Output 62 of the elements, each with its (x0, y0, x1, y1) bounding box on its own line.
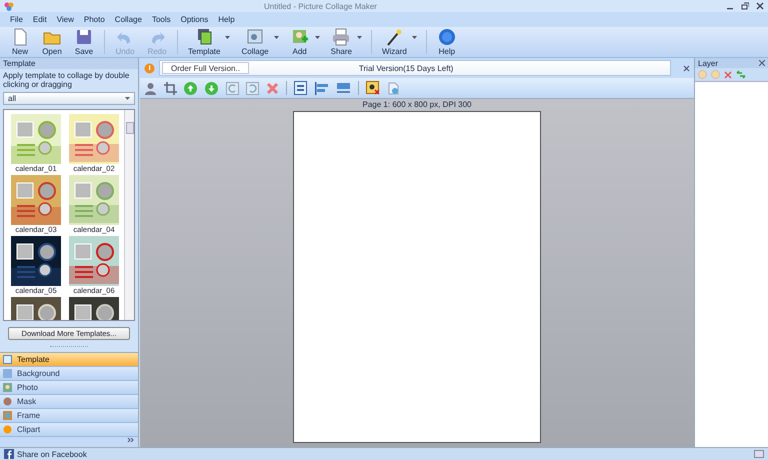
crop-icon[interactable] (164, 82, 177, 94)
toolbar-button[interactable]: Template (182, 28, 236, 56)
align-icon[interactable] (294, 81, 307, 95)
toolbar-button[interactable]: Save (68, 28, 100, 56)
toolbar-button[interactable]: Add (284, 28, 325, 56)
close-icon[interactable] (756, 2, 764, 10)
nav-item[interactable]: Template (0, 353, 138, 367)
menu-item[interactable]: Options (180, 15, 208, 24)
menu-item[interactable]: View (56, 15, 74, 24)
toolbar-button[interactable]: Wizard (376, 28, 422, 56)
menu-item[interactable]: Edit (32, 15, 47, 24)
panel-title: Layer (698, 58, 718, 68)
delete-icon[interactable] (724, 70, 732, 78)
menu-item[interactable]: Help (218, 15, 235, 24)
warning-icon (144, 62, 155, 74)
window-title: Untitled - Picture Collage Maker (264, 2, 377, 10)
toolbar-button[interactable]: New (4, 28, 36, 56)
chevron-icon[interactable] (127, 437, 134, 444)
grid-icon (3, 355, 12, 364)
toolbar-button[interactable]: Help (430, 28, 463, 56)
filter-dropdown[interactable]: all (3, 92, 135, 105)
toolbar-button[interactable]: Open (36, 28, 68, 56)
person-icon[interactable] (144, 82, 157, 94)
frame-icon[interactable] (366, 81, 380, 95)
dropdown-arrow-icon (412, 36, 417, 38)
nav-item[interactable]: Clipart (0, 423, 138, 437)
printer-icon (331, 28, 352, 46)
scrollbar[interactable] (124, 110, 134, 320)
panel-title: Template (0, 58, 138, 69)
frame-icon (3, 411, 12, 420)
dropdown-arrow-icon (225, 36, 230, 38)
trial-message: Trial Version(15 Days Left) (358, 64, 454, 72)
clipart-icon (3, 425, 12, 434)
menu-item[interactable]: Tools (152, 15, 171, 24)
menu-item[interactable]: Collage (114, 15, 142, 24)
close-icon[interactable] (759, 60, 765, 66)
align-left-icon[interactable] (314, 82, 329, 94)
toolbar-button[interactable]: Collage (235, 28, 284, 56)
menu-item[interactable]: Photo (84, 15, 105, 24)
restore-icon[interactable] (741, 2, 749, 10)
facebook-icon[interactable] (4, 449, 14, 459)
dropdown-arrow-icon (125, 97, 130, 100)
app-logo-icon (4, 2, 14, 10)
share-facebook-link[interactable]: Share on Facebook (17, 450, 87, 458)
dropdown-arrow-icon (356, 36, 362, 38)
photo-icon (3, 383, 12, 392)
dropdown-arrow-icon (314, 36, 320, 38)
collage-icon (245, 28, 266, 46)
nav-item[interactable]: Background (0, 367, 138, 381)
nav-item[interactable]: Frame (0, 409, 138, 423)
page-info: Page 1: 600 x 800 px, DPI 300 (362, 100, 472, 110)
close-icon[interactable] (683, 64, 690, 72)
background-icon (3, 369, 12, 378)
menu-item[interactable]: File (10, 15, 23, 24)
panel-description: Apply template to collage by double clicking or dragging (2, 70, 130, 91)
resize-grip-icon[interactable] (754, 450, 764, 458)
nav-item[interactable]: Mask (0, 395, 138, 409)
nav-item[interactable]: Photo (0, 381, 138, 395)
dropdown-arrow-icon (274, 36, 279, 38)
order-button[interactable]: Order Full Version.. (162, 62, 249, 74)
mask-icon (3, 397, 12, 406)
toolbar-button[interactable]: Share (324, 28, 367, 56)
